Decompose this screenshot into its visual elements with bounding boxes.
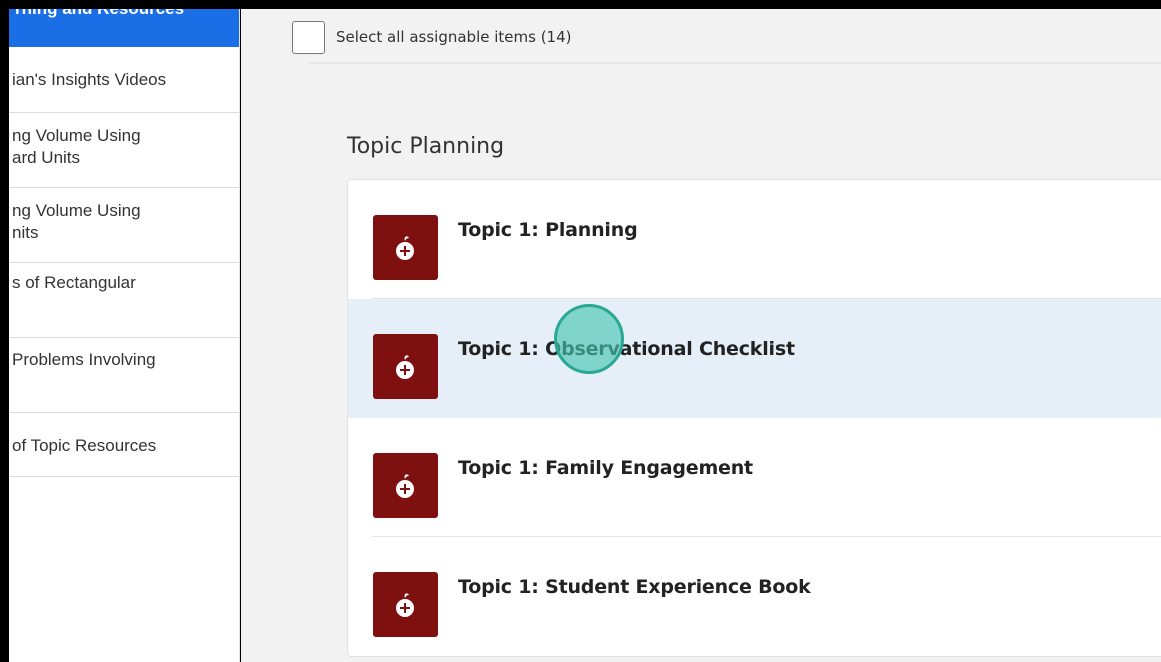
frame-top <box>0 0 1161 9</box>
sidebar-item-label: ard Units <box>12 148 81 167</box>
select-all-label: Select all assignable items (14) <box>336 28 572 46</box>
list-item-title: Topic 1: Planning <box>458 219 638 241</box>
sidebar-item-label: s of Rectangular <box>12 273 136 292</box>
sidebar-item-label: Problems Involving <box>12 350 156 369</box>
sidebar-item-label: nits <box>12 223 39 242</box>
list-item[interactable]: Topic 1: Observational Checklist <box>348 299 1161 418</box>
sidebar-item-label: rning and Resources <box>15 9 239 19</box>
sidebar-item-insights-videos[interactable]: ian's Insights Videos <box>9 47 239 113</box>
sidebar-item-problems-involving[interactable]: Problems Involving <box>9 338 239 413</box>
sidebar-item-label: ng Volume Using <box>12 201 141 220</box>
sidebar-item-label: ian's Insights Videos <box>12 70 167 89</box>
apple-icon <box>373 572 438 637</box>
list-item-title: Topic 1: Family Engagement <box>458 457 753 479</box>
sidebar: rning and Resources ian's Insights Video… <box>9 9 240 662</box>
apple-icon <box>373 215 438 280</box>
sidebar-item-volume-standard-units[interactable]: ng Volume Using ard Units <box>9 113 239 188</box>
list-item-title: Topic 1: Student Experience Book <box>458 576 811 598</box>
sidebar-item-rectangular[interactable]: s of Rectangular <box>9 263 239 338</box>
apple-icon <box>373 453 438 518</box>
frame-left <box>0 0 9 662</box>
select-all-bar: Select all assignable items (14) <box>241 9 1161 64</box>
divider <box>309 62 1161 64</box>
resource-list: Topic 1: Planning Topic 1: Observational… <box>347 179 1161 657</box>
sidebar-item-label: of Topic Resources <box>12 436 157 455</box>
apple-icon <box>373 334 438 399</box>
sidebar-item-volume-units[interactable]: ng Volume Using nits <box>9 188 239 263</box>
sidebar-item-active[interactable]: rning and Resources <box>9 9 239 47</box>
list-item-title: Topic 1: Observational Checklist <box>458 338 795 360</box>
list-item[interactable]: Topic 1: Planning <box>348 180 1161 299</box>
select-all-checkbox[interactable] <box>292 21 325 54</box>
main-panel: Select all assignable items (14) Topic P… <box>241 9 1161 662</box>
list-item[interactable]: Topic 1: Student Experience Book <box>348 537 1161 656</box>
sidebar-item-topic-resources[interactable]: of Topic Resources <box>9 413 239 477</box>
list-item[interactable]: Topic 1: Family Engagement <box>348 418 1161 537</box>
sidebar-item-label: ng Volume Using <box>12 126 141 145</box>
section-title: Topic Planning <box>347 134 505 159</box>
click-indicator <box>554 304 624 374</box>
